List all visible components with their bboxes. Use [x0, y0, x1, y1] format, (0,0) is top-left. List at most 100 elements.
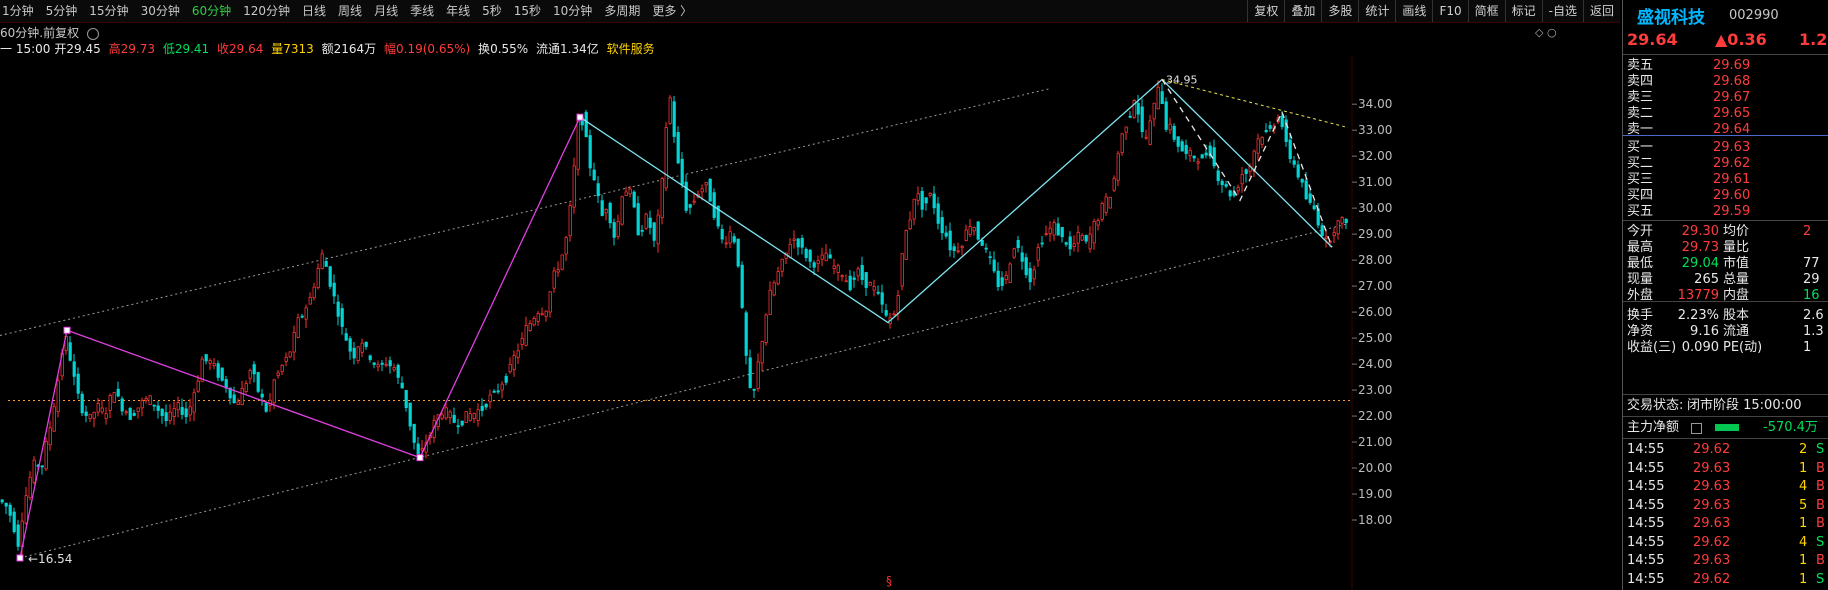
period-tab[interactable]: 15分钟	[83, 0, 134, 22]
period-tab[interactable]: 更多 〉	[646, 0, 698, 22]
period-tab[interactable]: 120分钟	[237, 0, 296, 22]
candle	[776, 266, 780, 286]
candle	[876, 285, 880, 296]
candle	[1172, 123, 1176, 143]
period-tab[interactable]: 5分钟	[40, 0, 84, 22]
candle	[508, 357, 512, 374]
period-tab[interactable]: 30分钟	[135, 0, 186, 22]
tick-row: 14:55 29.63 1 B	[1623, 514, 1828, 533]
volume-label: 量	[271, 42, 284, 56]
circle-icon[interactable]: ○	[1547, 26, 1557, 39]
candle	[884, 303, 888, 318]
candle	[1124, 126, 1128, 141]
period-tab[interactable]: 5秒	[476, 0, 508, 22]
candle	[1252, 149, 1256, 178]
candle	[1168, 117, 1172, 134]
doc-icon[interactable]	[1691, 423, 1702, 434]
candle	[1108, 196, 1112, 209]
tool-button[interactable]: 统计	[1358, 0, 1395, 22]
candle	[164, 404, 168, 427]
ask-price: 29.64	[1713, 122, 1751, 137]
candle	[900, 253, 904, 291]
tool-button[interactable]: F10	[1432, 0, 1467, 22]
tool-button[interactable]: 返回	[1582, 0, 1620, 22]
divider	[1623, 416, 1828, 417]
period-tab[interactable]: 60分钟	[186, 0, 237, 22]
candle	[168, 404, 172, 425]
sector-link[interactable]: 软件服务	[607, 42, 655, 56]
period-tab[interactable]: 多周期	[598, 0, 646, 22]
stat-row: 外盘 13779 内盘 16	[1623, 286, 1828, 305]
candle	[560, 254, 564, 271]
candle	[932, 186, 936, 215]
candle	[912, 198, 916, 226]
candle	[484, 403, 488, 410]
period-tab[interactable]: 季线	[404, 0, 440, 22]
candle	[1268, 121, 1272, 132]
price-chart[interactable]: 34.00 33.00 32.00 31.00 30.00 29.00 28.00 27.00…	[0, 55, 1620, 590]
candle	[252, 361, 256, 383]
tool-button[interactable]: -自选	[1541, 0, 1583, 22]
candle	[24, 486, 28, 525]
tool-button[interactable]: 标记	[1504, 0, 1542, 22]
candle	[1116, 151, 1120, 187]
candle	[304, 304, 308, 329]
y-tick-label: 18.00	[1358, 513, 1392, 527]
candle	[1112, 175, 1116, 193]
candle	[116, 381, 120, 398]
candle	[1180, 139, 1184, 152]
candle	[844, 274, 848, 283]
candle	[492, 389, 496, 394]
candle	[1184, 139, 1188, 160]
period-tab[interactable]: 15秒	[508, 0, 547, 22]
period-tab[interactable]: 日线	[296, 0, 332, 22]
adjust-mode-label[interactable]: 60分钟.前复权	[0, 26, 79, 40]
candle	[460, 420, 464, 427]
netflow-bar	[1715, 424, 1739, 431]
candle	[1004, 271, 1008, 285]
tool-button[interactable]: 叠加	[1284, 0, 1321, 22]
y-tick-label: 20.00	[1358, 461, 1392, 475]
pivot-marker[interactable]	[416, 454, 424, 462]
tick-time: 14:55	[1627, 553, 1665, 568]
period-tab[interactable]: 周线	[332, 0, 368, 22]
candle	[572, 157, 576, 214]
period-tab[interactable]: 年线	[440, 0, 476, 22]
candle	[584, 109, 588, 138]
candle	[1052, 219, 1056, 241]
candle	[704, 181, 708, 193]
period-tab[interactable]: 10分钟	[547, 0, 598, 22]
candle	[188, 398, 192, 422]
candle	[1104, 193, 1108, 216]
tool-button[interactable]: 简框	[1467, 0, 1505, 22]
event-marker[interactable]: §	[886, 574, 892, 588]
pivot-marker[interactable]	[63, 326, 71, 334]
candle	[1192, 155, 1196, 162]
stock-name[interactable]: 盛视科技	[1637, 3, 1705, 28]
period-tab[interactable]: 月线	[368, 0, 404, 22]
tick-volume: 1	[1799, 516, 1808, 531]
candle	[356, 345, 360, 364]
candle	[712, 188, 716, 221]
candle	[344, 328, 348, 341]
candle	[1212, 139, 1216, 169]
pivot-marker[interactable]	[16, 554, 24, 562]
candle	[312, 282, 316, 301]
candle	[896, 290, 900, 321]
tool-button[interactable]: 多股	[1321, 0, 1358, 22]
pivot-marker[interactable]	[576, 113, 584, 121]
candle	[1160, 83, 1164, 104]
diamond-icon[interactable]: ◇	[1535, 26, 1543, 39]
last-price: 29.64	[1627, 30, 1678, 49]
candle	[636, 196, 640, 236]
candle	[292, 325, 296, 361]
channel-top-line	[0, 88, 1051, 336]
period-tab[interactable]: 1分钟	[0, 0, 40, 22]
settings-icon[interactable]	[86, 27, 99, 40]
candle	[972, 226, 976, 236]
tool-button[interactable]: 画线	[1395, 0, 1432, 22]
candle	[656, 209, 660, 253]
tool-button[interactable]: 复权	[1247, 0, 1284, 22]
candle	[8, 502, 12, 523]
tick-volume: 4	[1799, 479, 1808, 494]
